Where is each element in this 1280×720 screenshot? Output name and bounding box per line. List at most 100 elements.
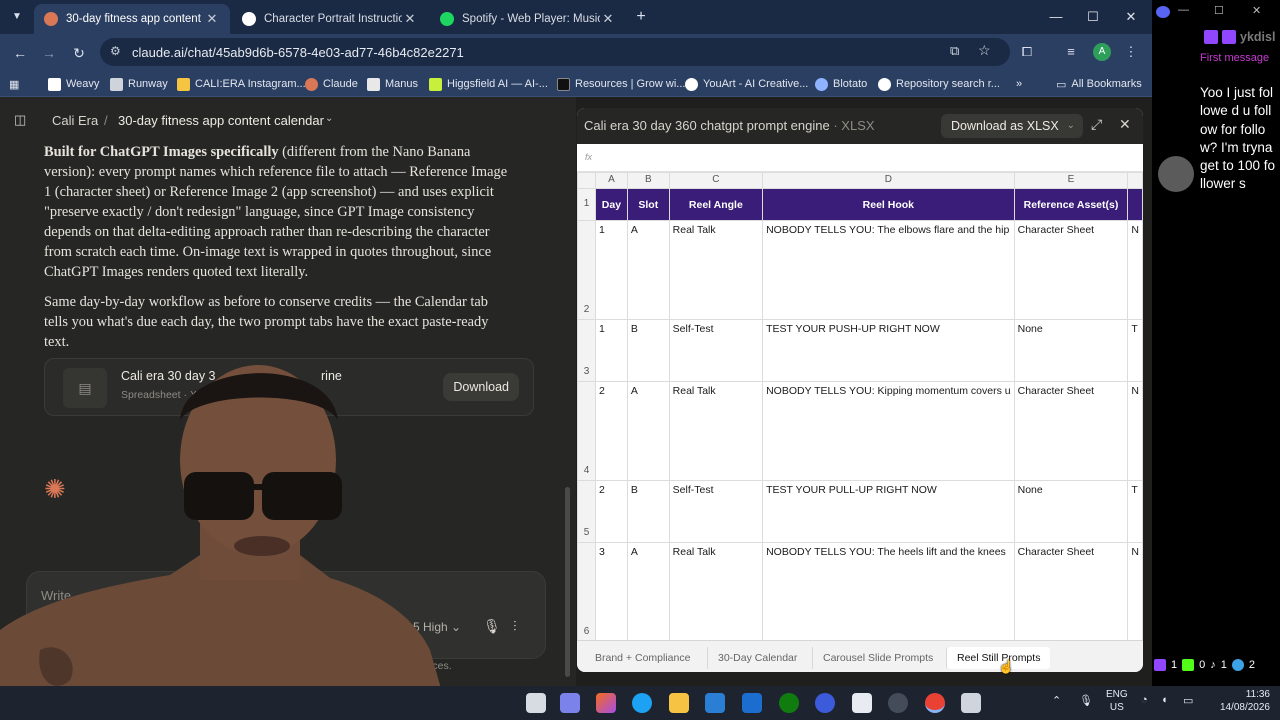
cell-reference[interactable]: Character Sheet (1013, 381, 1129, 481)
media-controls-icon[interactable]: ≡ (1062, 43, 1080, 61)
cell-day[interactable]: 1 (594, 319, 628, 382)
row-number[interactable]: 4 (577, 381, 596, 481)
bookmark-higgsfield[interactable]: Higgsfield AI — AI-... (429, 75, 548, 93)
bookmark-calera-instagram[interactable]: CALI:ERA Instagram... (177, 75, 306, 93)
volume-icon[interactable]: ◖ (1161, 694, 1168, 706)
microphone-tray-icon[interactable]: 🎙 (1079, 694, 1093, 707)
column-letter[interactable]: E (1013, 172, 1129, 189)
teams-icon[interactable] (560, 693, 580, 713)
voice-wave-icon[interactable]: ⫶ (513, 618, 517, 635)
cell-angle[interactable]: Self-Test (668, 480, 764, 543)
header-cell[interactable] (1127, 188, 1143, 221)
tab-spotify[interactable]: Spotify - Web Player: Music for ✕ (430, 4, 626, 34)
sidebar-toggle-icon[interactable]: ◫ (14, 112, 26, 128)
cell-day[interactable]: 2 (594, 480, 628, 543)
expand-icon[interactable]: ⤢ (1091, 116, 1102, 133)
tab-character-portrait[interactable]: Character Portrait Instructions ✕ (232, 4, 428, 34)
install-app-icon[interactable]: ⧉ (950, 43, 959, 59)
close-preview-icon[interactable]: ✕ (1119, 116, 1131, 133)
cell-overflow[interactable]: T (1127, 319, 1143, 382)
forward-arrow-icon[interactable]: → (38, 42, 60, 64)
microphone-icon[interactable]: 🎙 (483, 618, 501, 635)
editor-icon[interactable] (742, 693, 762, 713)
cell-day[interactable]: 2 (594, 381, 628, 481)
sheet-tab-brand-compliance[interactable]: Brand + Compliance (585, 647, 700, 669)
tab-search-chevron-icon[interactable]: ▼ (6, 6, 28, 28)
overlay-close-icon[interactable]: ✕ (1252, 4, 1261, 17)
close-icon[interactable]: ✕ (204, 11, 220, 27)
column-letter[interactable]: A (594, 172, 628, 189)
header-cell[interactable]: Reel Angle (668, 188, 764, 221)
clock[interactable]: 11:36 14/08/2026 (1208, 688, 1270, 714)
snipping-tool-icon[interactable] (961, 693, 981, 713)
menu-kebab-icon[interactable]: ⋮ (1122, 43, 1140, 61)
cell-hook[interactable]: NOBODY TELLS YOU: Kipping momentum cover… (762, 381, 1015, 481)
cell-angle[interactable]: Real Talk (668, 381, 764, 481)
row-number[interactable]: 3 (577, 319, 596, 382)
tab-fitness-calendar[interactable]: 30-day fitness app content cale ✕ (34, 4, 230, 34)
chrome-icon[interactable] (925, 693, 945, 713)
bookmark-manus[interactable]: Manus (367, 75, 418, 93)
all-bookmarks-folder[interactable]: ▭ All Bookmarks (1056, 75, 1142, 93)
back-arrow-icon[interactable]: ← (9, 42, 31, 64)
cell-reference[interactable]: None (1013, 319, 1129, 382)
address-bar[interactable]: ⚙ claude.ai/chat/45ab9d6b-6578-4e03-ad77… (100, 38, 1010, 66)
formula-bar[interactable]: fx (577, 144, 1143, 172)
assistant-app-icon[interactable] (815, 693, 835, 713)
apps-grid-icon[interactable]: ▦ (9, 75, 19, 93)
cell-overflow[interactable]: N (1127, 542, 1143, 640)
cell-hook[interactable]: NOBODY TELLS YOU: The heels lift and the… (762, 542, 1015, 640)
header-cell[interactable]: Reel Hook (762, 188, 1015, 221)
chevron-down-icon[interactable]: ⌄ (1067, 114, 1075, 138)
header-cell[interactable]: Day (594, 188, 628, 221)
minimize-icon[interactable]: — (1039, 6, 1073, 28)
obs-icon[interactable] (888, 693, 908, 713)
wifi-icon[interactable]: ◔ (1141, 694, 1148, 706)
cell-slot[interactable]: A (626, 220, 670, 320)
column-letter[interactable]: B (626, 172, 670, 189)
cell-angle[interactable]: Real Talk (668, 220, 764, 320)
sheet-tab-30-day-calendar[interactable]: 30-Day Calendar (707, 647, 807, 669)
extensions-icon[interactable]: ⧠ (1018, 43, 1036, 61)
cell-hook[interactable]: TEST YOUR PUSH-UP RIGHT NOW (762, 319, 1015, 382)
window-close-icon[interactable]: ✕ (1114, 6, 1148, 28)
cell-angle[interactable]: Self-Test (668, 319, 764, 382)
cell-reference[interactable]: Character Sheet (1013, 542, 1129, 640)
bookmark-resources[interactable]: Resources | Grow wi... (557, 75, 685, 93)
bookmark-star-icon[interactable]: ☆ (978, 42, 991, 59)
cell-overflow[interactable]: T (1127, 480, 1143, 543)
new-tab-button[interactable]: + (630, 6, 652, 28)
cell-overflow[interactable]: N (1127, 220, 1143, 320)
outlook-icon[interactable] (705, 693, 725, 713)
edge-icon[interactable] (632, 693, 652, 713)
cell-angle[interactable]: Real Talk (668, 542, 764, 640)
cell-hook[interactable]: TEST YOUR PULL-UP RIGHT NOW (762, 480, 1015, 543)
cell-overflow[interactable]: N (1127, 381, 1143, 481)
cell-slot[interactable]: B (626, 480, 670, 543)
cell-day[interactable]: 1 (594, 220, 628, 320)
site-info-icon[interactable]: ⚙ (110, 44, 121, 58)
sheet-tab-carousel-slide-prompts[interactable]: Carousel Slide Prompts (812, 647, 943, 669)
sheet-grid[interactable]: A B C D E 1 Day Slot Reel Angle Reel Hoo… (577, 172, 1143, 640)
cell-reference[interactable]: None (1013, 480, 1129, 543)
profile-avatar[interactable]: A (1093, 43, 1111, 61)
overlay-minimize-icon[interactable]: — (1178, 4, 1189, 16)
row-number[interactable]: 5 (577, 480, 596, 543)
chat-username[interactable]: ykdisl (1240, 30, 1275, 44)
store-icon[interactable] (852, 693, 872, 713)
file-explorer-icon[interactable] (669, 693, 689, 713)
battery-icon[interactable]: ▭ (1183, 694, 1193, 707)
column-letter[interactable]: C (668, 172, 764, 189)
copilot-icon[interactable] (596, 693, 616, 713)
xbox-icon[interactable] (779, 693, 799, 713)
row-number[interactable]: 6 (577, 542, 596, 640)
bookmark-youart[interactable]: YouArt - AI Creative... (685, 75, 808, 93)
chevron-down-icon[interactable]: ⌄ (325, 113, 333, 124)
reload-icon[interactable]: ↻ (68, 42, 90, 64)
overlay-maximize-icon[interactable]: ☐ (1214, 4, 1224, 17)
maximize-icon[interactable]: ☐ (1076, 6, 1110, 28)
tray-overflow-chevron-icon[interactable]: ⌃ (1052, 694, 1061, 707)
bookmark-claude[interactable]: Claude (305, 75, 358, 93)
cell-day[interactable]: 3 (594, 542, 628, 640)
cell-slot[interactable]: B (626, 319, 670, 382)
